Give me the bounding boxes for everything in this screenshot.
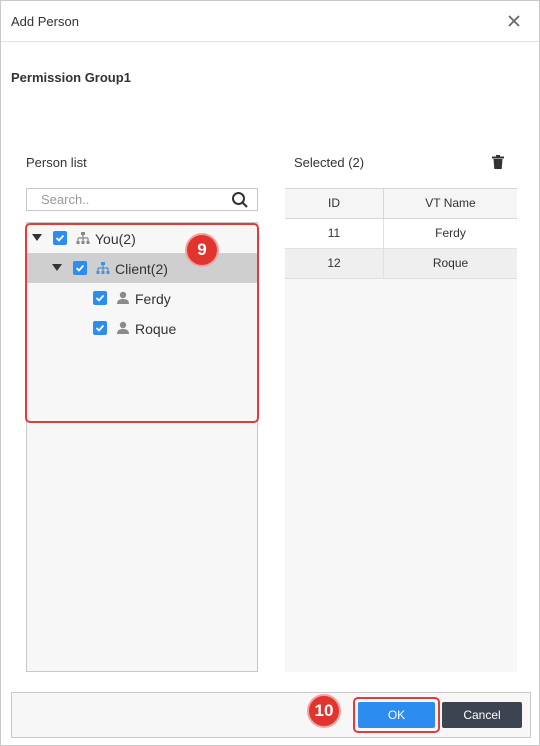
trash-icon[interactable] <box>490 154 506 170</box>
column-header-vt-name[interactable]: VT Name <box>384 189 517 218</box>
permission-group-title: Permission Group1 <box>11 70 131 85</box>
tree-node-client[interactable]: Client(2) <box>27 253 257 283</box>
checkbox[interactable] <box>93 291 107 305</box>
search-input[interactable] <box>41 191 226 208</box>
tree-node-label: You(2) <box>95 231 136 247</box>
tree-node-you[interactable]: You(2) <box>27 223 257 253</box>
cell-id: 12 <box>285 249 384 278</box>
add-person-dialog: Add Person Permission Group1 Person list <box>0 0 540 746</box>
org-icon <box>96 262 110 274</box>
step-badge-9: 9 <box>185 233 219 267</box>
column-header-id[interactable]: ID <box>285 189 384 218</box>
table-header: ID VT Name <box>285 188 517 219</box>
person-list-label: Person list <box>26 155 87 170</box>
cell-id: 11 <box>285 219 384 248</box>
close-icon[interactable] <box>505 12 523 30</box>
checkbox[interactable] <box>73 261 87 275</box>
cell-vt-name: Ferdy <box>435 226 466 240</box>
tree-node-label: Ferdy <box>135 291 171 307</box>
tree-node-ferdy[interactable]: Ferdy <box>27 283 257 313</box>
table-row[interactable]: 12 Roque <box>285 249 517 279</box>
tree-node-label: Roque <box>135 321 177 337</box>
dialog-titlebar: Add Person <box>1 1 539 42</box>
ok-button[interactable]: OK <box>358 702 435 728</box>
search-box <box>26 188 258 211</box>
tree-node-roque[interactable]: Roque <box>27 313 257 343</box>
selected-count-label: Selected (2) <box>294 155 365 170</box>
cancel-button[interactable]: Cancel <box>442 702 522 728</box>
table-row[interactable]: 11 Ferdy <box>285 219 517 249</box>
person-icon <box>117 291 129 304</box>
dialog-title: Add Person <box>11 14 79 29</box>
expand-arrow-icon[interactable] <box>32 234 42 241</box>
step-badge-10: 10 <box>307 694 341 728</box>
expand-arrow-icon[interactable] <box>52 264 62 271</box>
checkbox[interactable] <box>53 231 67 245</box>
selected-table: ID VT Name 11 Ferdy 12 Roque <box>285 188 517 672</box>
cell-vt-name: Roque <box>432 256 469 270</box>
tree-node-label: Client(2) <box>115 261 168 277</box>
person-tree: You(2) Client(2) Ferdy Roque <box>26 222 258 672</box>
search-icon[interactable] <box>231 191 249 209</box>
person-icon <box>117 321 129 334</box>
checkbox[interactable] <box>93 321 107 335</box>
org-icon <box>76 232 90 244</box>
